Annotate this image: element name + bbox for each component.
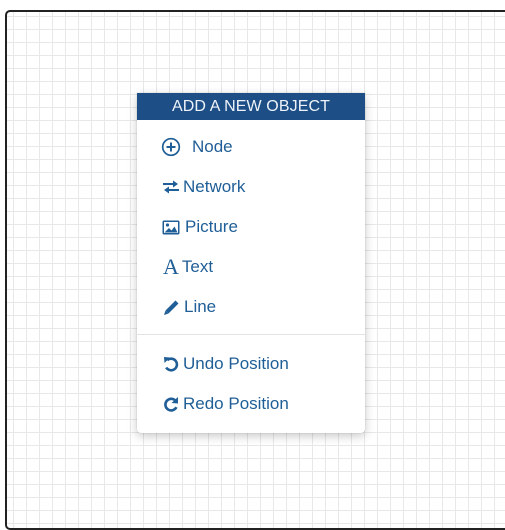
menu-item-node[interactable]: Node bbox=[137, 129, 365, 165]
picture-icon bbox=[162, 220, 180, 235]
menu-item-text[interactable]: A Text bbox=[137, 249, 365, 285]
menu-item-label: Node bbox=[192, 137, 233, 156]
menu-item-label: Line bbox=[184, 297, 217, 316]
menu-item-label: Redo Position bbox=[183, 394, 289, 413]
menu-item-undo-position[interactable]: Undo Position bbox=[137, 346, 365, 382]
menu-item-picture[interactable]: Picture bbox=[137, 209, 365, 245]
text-icon: A bbox=[163, 254, 179, 279]
plus-circle-icon bbox=[161, 137, 181, 157]
pencil-icon bbox=[163, 299, 180, 316]
menu-item-line[interactable]: Line bbox=[137, 289, 365, 325]
menu-divider bbox=[137, 334, 365, 335]
menu-item-label: Text bbox=[181, 257, 214, 276]
menu-item-redo-position[interactable]: Redo Position bbox=[137, 386, 365, 422]
menu-item-network[interactable]: Network bbox=[137, 169, 365, 205]
menu-item-label: Undo Position bbox=[183, 354, 289, 373]
add-object-context-menu: ADD A NEW OBJECT Node Network Picture A … bbox=[137, 93, 365, 433]
menu-item-label: Network bbox=[183, 177, 246, 196]
menu-item-label: Picture bbox=[185, 217, 238, 236]
menu-header: ADD A NEW OBJECT bbox=[137, 93, 365, 120]
undo-icon bbox=[163, 356, 179, 372]
redo-icon bbox=[163, 396, 179, 412]
exchange-icon bbox=[162, 179, 180, 195]
